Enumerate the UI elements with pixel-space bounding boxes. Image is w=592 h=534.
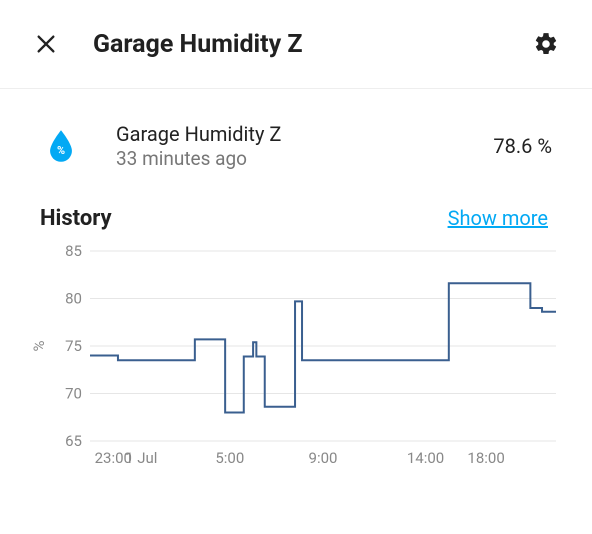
svg-text:75: 75 [65,337,82,355]
show-more-link[interactable]: Show more [448,206,548,230]
sensor-value: 78.6 % [493,134,552,158]
header: Garage Humidity Z [0,0,592,89]
close-icon [35,33,57,55]
svg-text:70: 70 [65,384,82,402]
settings-button[interactable] [524,22,568,66]
history-title: History [40,206,448,231]
svg-text:18:00: 18:00 [467,449,504,467]
svg-text:%: % [32,340,48,351]
history-chart: 6570758085%23:001 Jul5:009:0014:0018:00 [32,245,552,475]
sensor-name: Garage Humidity Z [116,121,493,147]
svg-text:9:00: 9:00 [309,449,338,467]
svg-text:1 Jul: 1 Jul [125,449,157,467]
svg-text:80: 80 [65,289,82,307]
close-button[interactable] [24,22,68,66]
svg-text:65: 65 [65,432,82,450]
svg-text:5:00: 5:00 [215,449,244,467]
svg-text:85: 85 [65,245,82,260]
humidity-icon: % [46,129,76,163]
sensor-card: % Garage Humidity Z 33 minutes ago 78.6 … [40,121,552,172]
gear-icon [533,31,559,57]
svg-text:14:00: 14:00 [407,449,444,467]
svg-text:%: % [57,144,65,157]
page-title: Garage Humidity Z [93,30,524,59]
sensor-updated: 33 minutes ago [116,147,493,172]
